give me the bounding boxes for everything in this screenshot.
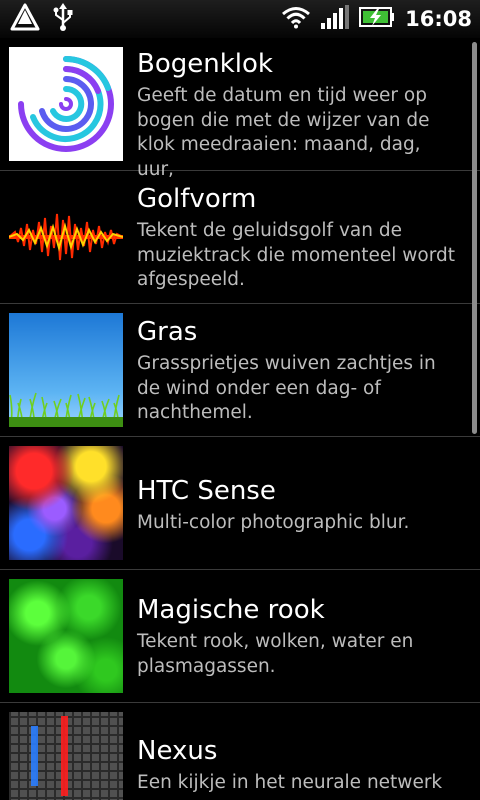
live-wallpaper-list[interactable]: Bogenklok Geeft de datum en tijd weer op… (0, 38, 480, 800)
gras-thumbnail (9, 313, 123, 427)
battery-charging-icon (359, 6, 395, 32)
item-title: Golfvorm (137, 184, 257, 214)
scrollbar[interactable] (472, 42, 477, 434)
warning-icon (10, 3, 40, 35)
list-item-golfvorm[interactable]: Golfvorm Tekent de geluidsgolf van de mu… (0, 171, 480, 304)
magische-rook-thumbnail (9, 579, 123, 693)
item-title: HTC Sense (137, 476, 276, 506)
item-title: Magische rook (137, 595, 325, 625)
bogenklok-thumbnail (9, 47, 123, 161)
usb-icon (52, 3, 74, 35)
item-title: Gras (137, 317, 198, 347)
list-item-magische-rook[interactable]: Magische rook Tekent rook, wolken, water… (0, 570, 480, 703)
nexus-thumbnail (9, 712, 123, 800)
signal-icon (321, 5, 350, 33)
item-description: Tekent rook, wolken, water en plasmagass… (137, 631, 414, 677)
wifi-icon (281, 5, 311, 33)
item-title: Nexus (137, 736, 218, 766)
list-item-gras[interactable]: Gras Grassprietjes wuiven zachtjes in de… (0, 304, 480, 437)
item-title: Bogenklok (137, 49, 273, 79)
item-description: Een kijkje in het neurale netwerk (137, 772, 443, 793)
item-description: Grassprietjes wuiven zachtjes in de wind… (137, 353, 436, 423)
htc-sense-thumbnail (9, 446, 123, 560)
golfvorm-thumbnail (9, 180, 123, 294)
list-item-nexus[interactable]: Nexus Een kijkje in het neurale netwerk (0, 703, 480, 800)
list-item-htc-sense[interactable]: HTC Sense Multi-color photographic blur. (0, 437, 480, 570)
status-clock: 16:08 (405, 7, 472, 31)
item-description: Tekent de geluidsgolf van de muziektrack… (137, 220, 456, 290)
item-description: Multi-color photographic blur. (137, 512, 410, 533)
item-description: Geeft de datum en tijd weer op bogen die… (137, 85, 430, 180)
list-item-bogenklok[interactable]: Bogenklok Geeft de datum en tijd weer op… (0, 38, 480, 180)
status-bar: 16:08 (0, 0, 480, 38)
